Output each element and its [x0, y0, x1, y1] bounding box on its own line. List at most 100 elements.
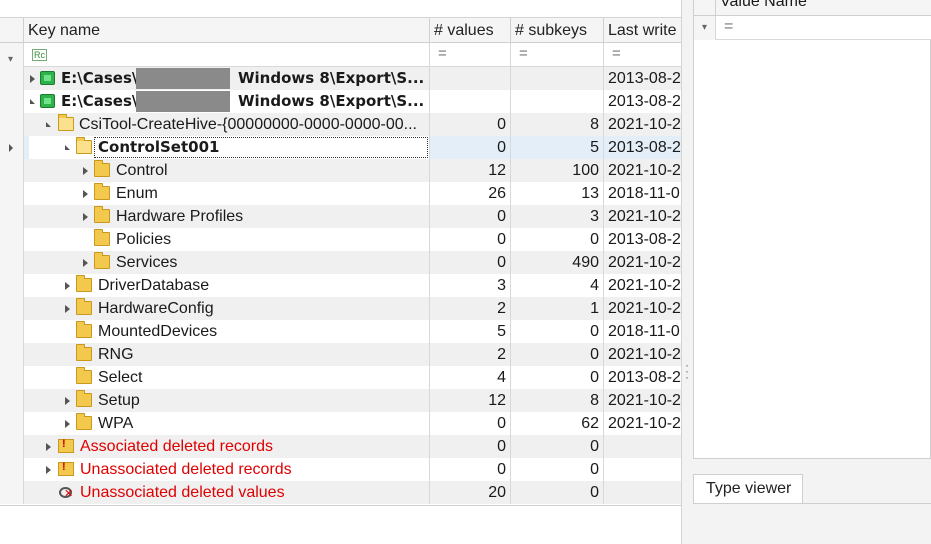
filter-condition-icon[interactable]: Rc — [32, 49, 47, 61]
tree-row[interactable]: WPA 0 62 2021-10-2 — [0, 412, 681, 435]
redacted-block — [136, 68, 230, 89]
expand-icon[interactable] — [65, 397, 70, 405]
subkeys-count: 62 — [511, 412, 604, 435]
tree-row[interactable]: RNG 2 0 2021-10-2 — [0, 343, 681, 366]
tab-type-viewer[interactable]: Type viewer — [693, 474, 803, 504]
last-write-filter[interactable]: = — [604, 43, 681, 67]
values-filter[interactable]: = — [430, 43, 511, 67]
collapse-icon[interactable] — [30, 99, 35, 104]
last-write: 2021-10-2 — [608, 254, 681, 271]
last-write — [604, 435, 681, 458]
expand-icon[interactable] — [65, 305, 70, 313]
subkeys-count: 0 — [511, 481, 604, 504]
subkeys-count: 100 — [511, 159, 604, 182]
last-write: 2013-08-2 — [608, 139, 681, 156]
column-values[interactable]: # values — [430, 18, 511, 43]
values-count — [430, 90, 511, 113]
last-write: 2013-08-2 — [608, 70, 681, 87]
deleted-folder-icon — [58, 438, 74, 453]
tree-row[interactable]: Setup 12 8 2021-10-2 — [0, 389, 681, 412]
tree-row[interactable]: Hardware Profiles 0 3 2021-10-2 — [0, 205, 681, 228]
tree-row-selected[interactable]: ControlSet001 0 5 2013-08-2 — [0, 136, 681, 159]
column-key-name[interactable]: Key name — [24, 18, 430, 43]
tree-row[interactable]: Select 4 0 2013-08-2 — [0, 366, 681, 389]
folder-icon — [76, 344, 92, 361]
row-gutter — [0, 159, 24, 182]
tree-row[interactable]: E:\Cases\ Windows 8\Export\S... 2013-08-… — [0, 90, 681, 113]
deleted-folder-icon — [58, 461, 74, 476]
hive-icon — [40, 71, 55, 85]
column-subkeys[interactable]: # subkeys — [511, 18, 604, 43]
tree-row[interactable]: Unassociated deleted values 20 0 — [0, 481, 681, 504]
key-name: Policies — [116, 231, 172, 248]
column-value-name[interactable]: Value Name — [720, 0, 807, 11]
tree-row[interactable]: DriverDatabase 3 4 2021-10-2 — [0, 274, 681, 297]
tree-row[interactable]: MountedDevices 5 0 2018-11-0 — [0, 320, 681, 343]
values-count: 0 — [430, 136, 511, 159]
expand-icon[interactable] — [65, 420, 70, 428]
row-gutter — [0, 389, 24, 412]
values-count: 0 — [430, 435, 511, 458]
values-count: 12 — [430, 159, 511, 182]
values-count: 0 — [430, 113, 511, 136]
filter-gutter: ▾ — [0, 43, 24, 67]
splitter-grip-icon[interactable]: · · · — [685, 359, 689, 383]
subkeys-filter[interactable]: = — [511, 43, 604, 67]
tree-row[interactable]: HardwareConfig 2 1 2021-10-2 — [0, 297, 681, 320]
key-name: Control — [116, 162, 168, 179]
tree-row[interactable]: Services 0 490 2021-10-2 — [0, 251, 681, 274]
folder-icon — [76, 413, 92, 430]
expand-icon[interactable] — [65, 282, 70, 290]
expand-icon[interactable] — [83, 167, 88, 175]
value-name-filter[interactable]: = — [724, 18, 733, 36]
collapse-icon[interactable] — [65, 145, 70, 150]
expand-icon[interactable] — [46, 466, 51, 474]
last-write: 2013-08-2 — [608, 369, 681, 386]
column-last-write[interactable]: Last write — [604, 18, 681, 43]
subkeys-count: 5 — [511, 136, 604, 159]
subkeys-count — [511, 90, 604, 113]
last-write: 2021-10-2 — [608, 162, 681, 179]
expand-icon[interactable] — [46, 443, 51, 451]
row-gutter — [0, 481, 24, 504]
subkeys-count: 0 — [511, 343, 604, 366]
last-write: 2021-10-2 — [608, 346, 681, 363]
row-gutter — [0, 228, 24, 251]
subkeys-count: 13 — [511, 182, 604, 205]
tree-row[interactable]: CsiTool-CreateHive-{00000000-0000-0000-0… — [0, 113, 681, 136]
key-name: E:\Cases\ — [61, 92, 138, 110]
group-panel — [0, 0, 681, 18]
folder-icon — [76, 390, 92, 407]
folder-open-icon — [76, 137, 92, 154]
values-count: 3 — [430, 274, 511, 297]
values-filter-row: ▾ = — [694, 16, 931, 40]
collapse-icon[interactable] — [46, 122, 51, 127]
folder-icon — [76, 367, 92, 384]
folder-icon — [76, 298, 92, 315]
row-gutter — [0, 274, 24, 297]
folder-icon — [94, 252, 110, 269]
last-write: 2021-10-2 — [608, 300, 681, 317]
pane-splitter[interactable]: · · · — [681, 0, 693, 544]
row-gutter — [0, 136, 24, 159]
expand-icon[interactable] — [83, 190, 88, 198]
tree-row[interactable]: Control 12 100 2021-10-2 — [0, 159, 681, 182]
tree-row[interactable]: Associated deleted records 0 0 — [0, 435, 681, 458]
values-count: 5 — [430, 320, 511, 343]
tree-row[interactable]: Policies 0 0 2013-08-2 — [0, 228, 681, 251]
last-write: 2021-10-2 — [608, 116, 681, 133]
key-name: ControlSet001 — [98, 138, 220, 156]
type-viewer-panel — [693, 503, 931, 544]
expand-icon[interactable] — [83, 259, 88, 267]
header-gutter — [0, 18, 24, 43]
expand-icon[interactable] — [83, 213, 88, 221]
tree-row[interactable]: Enum 26 13 2018-11-0 — [0, 182, 681, 205]
expand-icon[interactable] — [30, 75, 35, 83]
row-gutter — [0, 205, 24, 228]
tree-row[interactable]: Unassociated deleted records 0 0 — [0, 458, 681, 481]
key-name: Associated deleted records — [80, 438, 273, 455]
key-name-filter[interactable]: Rc — [24, 43, 430, 67]
tree-row[interactable]: E:\Cases\ Windows 8\Export\S... 2013-08-… — [0, 67, 681, 90]
folder-icon — [76, 321, 92, 338]
values-count: 0 — [430, 205, 511, 228]
